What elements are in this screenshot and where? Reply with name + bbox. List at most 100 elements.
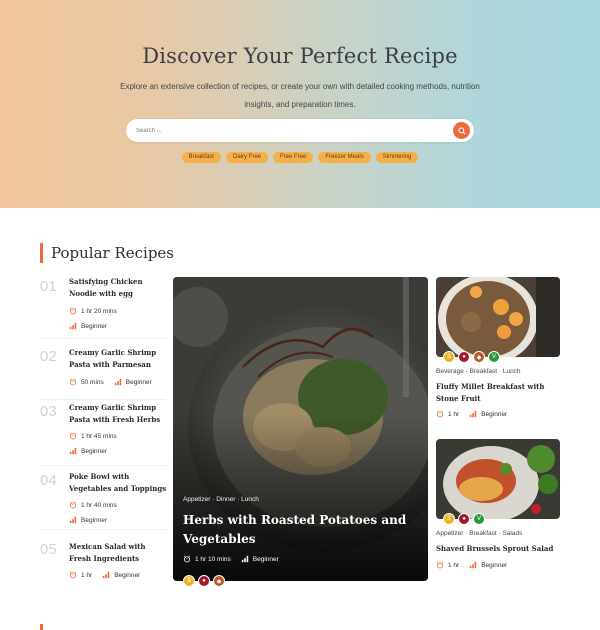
level-text: Beginner — [481, 561, 508, 569]
diet-badge-icon: $ — [443, 351, 455, 363]
tag-free-free[interactable]: Free Free — [273, 152, 314, 163]
featured-categories: Appetizer · Dinner · Lunch — [183, 496, 259, 503]
list-item[interactable]: 05 Mexican Salad with Fresh Ingredients … — [40, 531, 166, 591]
tag-freezer-meals[interactable]: Freezer Meals — [318, 152, 371, 163]
level-text: Beginner — [252, 555, 279, 563]
recipe-title[interactable]: Fluffy Millet Breakfast with Stone Fruit — [436, 381, 560, 405]
difficulty-bars-icon — [470, 561, 477, 569]
level-text: Beginner — [81, 447, 108, 455]
tag-breakfast[interactable]: Breakfast — [181, 152, 221, 163]
tag-simmering[interactable]: Simmering — [375, 152, 419, 163]
hero-description: Explore an extensive collection of recip… — [120, 82, 480, 109]
time-meta: 1 hr 10 mins — [183, 555, 231, 563]
recipe-categories: Beverage · Breakfast · Lunch — [436, 368, 521, 375]
difficulty-bars-icon — [241, 555, 248, 563]
level-meta: Beginner — [69, 516, 107, 524]
difficulty-bars-icon — [470, 410, 477, 418]
recipe-card[interactable]: $ ● ◆ V Beverage · Breakfast · Lunch Flu… — [436, 277, 560, 437]
egg-badge-icon: ◆ — [213, 575, 225, 587]
time-meta: 1 hr 45 mins — [69, 432, 117, 440]
vegan-badge-icon: V — [473, 513, 485, 525]
level-text: Beginner — [81, 516, 108, 524]
alarm-clock-icon — [436, 561, 444, 569]
level-meta: Beginner — [69, 447, 107, 455]
recipe-image — [436, 439, 560, 519]
level-text: Beginner — [125, 378, 152, 386]
search-bar — [126, 119, 474, 142]
list-item[interactable]: 01 Satisfying Chicken Noodle with egg 1 … — [40, 276, 166, 339]
recipe-title[interactable]: Poke Bowl with Vegetables and Toppings — [69, 471, 169, 495]
difficulty-bars-icon — [114, 378, 121, 386]
time-meta: 50 mins Beginner — [69, 378, 152, 386]
alarm-clock-icon — [436, 410, 444, 418]
search-icon — [457, 126, 466, 135]
level-meta: Beginner — [241, 555, 279, 563]
time-text: 1 hr 45 mins — [81, 432, 117, 440]
tag-dairy-free[interactable]: Dairy Free — [225, 152, 268, 163]
time-meta: 1 hr 40 mins — [69, 501, 117, 509]
tag-list: Breakfast Dairy Free Free Free Freezer M… — [0, 152, 600, 163]
hero-title: Discover Your Perfect Recipe — [142, 44, 458, 68]
difficulty-bars-icon — [103, 571, 110, 579]
alarm-clock-icon — [69, 432, 77, 440]
alarm-clock-icon — [69, 571, 77, 579]
list-number: 03 — [40, 403, 57, 420]
recipe-meta: 1 hr Beginner — [436, 561, 507, 569]
alarm-clock-icon — [69, 501, 77, 509]
recipe-title[interactable]: Mexican Salad with Fresh Ingredients — [69, 541, 169, 565]
time-text: 1 hr — [448, 561, 460, 569]
list-number: 01 — [40, 278, 57, 295]
list-number: 04 — [40, 472, 57, 489]
time-text: 1 hr 40 mins — [81, 501, 117, 509]
level-text: Beginner — [114, 571, 141, 579]
hero-banner: Discover Your Perfect Recipe Explore an … — [0, 0, 600, 208]
next-section-heading-edge — [40, 624, 200, 630]
level-meta: Beginner — [69, 322, 107, 330]
time-meta: 1 hr 20 mins — [69, 307, 117, 315]
vegan-badge-icon: V — [488, 351, 500, 363]
time-text: 50 mins — [81, 378, 104, 386]
difficulty-bars-icon — [69, 447, 77, 455]
featured-badges: $ ● ◆ — [183, 575, 225, 587]
search-input[interactable] — [136, 119, 436, 142]
meat-badge-icon: ● — [198, 575, 210, 587]
meat-badge-icon: ● — [458, 351, 470, 363]
list-number: 02 — [40, 348, 57, 365]
list-item[interactable]: 04 Poke Bowl with Vegetables and Topping… — [40, 467, 166, 530]
alarm-clock-icon — [69, 378, 77, 386]
egg-badge-icon: ◆ — [473, 351, 485, 363]
recipe-title[interactable]: Shaved Brussels Sprout Salad — [436, 543, 560, 555]
recipe-title[interactable]: Creamy Garlic Shrimp Pasta with Fresh He… — [69, 402, 169, 426]
alarm-clock-icon — [183, 555, 191, 563]
list-item[interactable]: 02 Creamy Garlic Shrimp Pasta with Parme… — [40, 340, 166, 400]
time-text: 1 hr 10 mins — [195, 555, 231, 563]
featured-recipe-card[interactable]: Appetizer · Dinner · Lunch Herbs with Ro… — [173, 277, 428, 581]
time-meta: 1 hr Beginner — [69, 571, 140, 579]
recipe-categories: Appetizer · Breakfast · Salads — [436, 530, 523, 537]
diet-badge-icon: $ — [443, 513, 455, 525]
recipe-badges: $ ● V — [443, 513, 485, 525]
alarm-clock-icon — [69, 307, 77, 315]
search-button[interactable] — [453, 122, 470, 139]
list-number: 05 — [40, 541, 57, 558]
difficulty-bars-icon — [69, 516, 77, 524]
level-text: Beginner — [481, 410, 508, 418]
section-heading: Popular Recipes — [40, 243, 174, 263]
recipe-badges: $ ● ◆ V — [443, 351, 500, 363]
recipe-image — [436, 277, 560, 357]
featured-title[interactable]: Herbs with Roasted Potatoes and Vegetabl… — [183, 511, 413, 549]
meat-badge-icon: ● — [458, 513, 470, 525]
difficulty-bars-icon — [69, 322, 77, 330]
section-title: Popular Recipes — [51, 244, 175, 262]
recipe-title[interactable]: Satisfying Chicken Noodle with egg — [69, 276, 169, 300]
recipe-card[interactable]: $ ● V Appetizer · Breakfast · Salads Sha… — [436, 439, 560, 579]
time-text: 1 hr — [81, 571, 93, 579]
diet-badge-icon: $ — [183, 575, 195, 587]
time-text: 1 hr — [448, 410, 460, 418]
list-item[interactable]: 03 Creamy Garlic Shrimp Pasta with Fresh… — [40, 401, 166, 466]
featured-meta: 1 hr 10 mins Beginner — [183, 555, 279, 563]
time-text: 1 hr 20 mins — [81, 307, 117, 315]
recipe-title[interactable]: Creamy Garlic Shrimp Pasta with Parmesan — [69, 347, 169, 371]
level-text: Beginner — [81, 322, 108, 330]
recipe-meta: 1 hr Beginner — [436, 410, 507, 418]
